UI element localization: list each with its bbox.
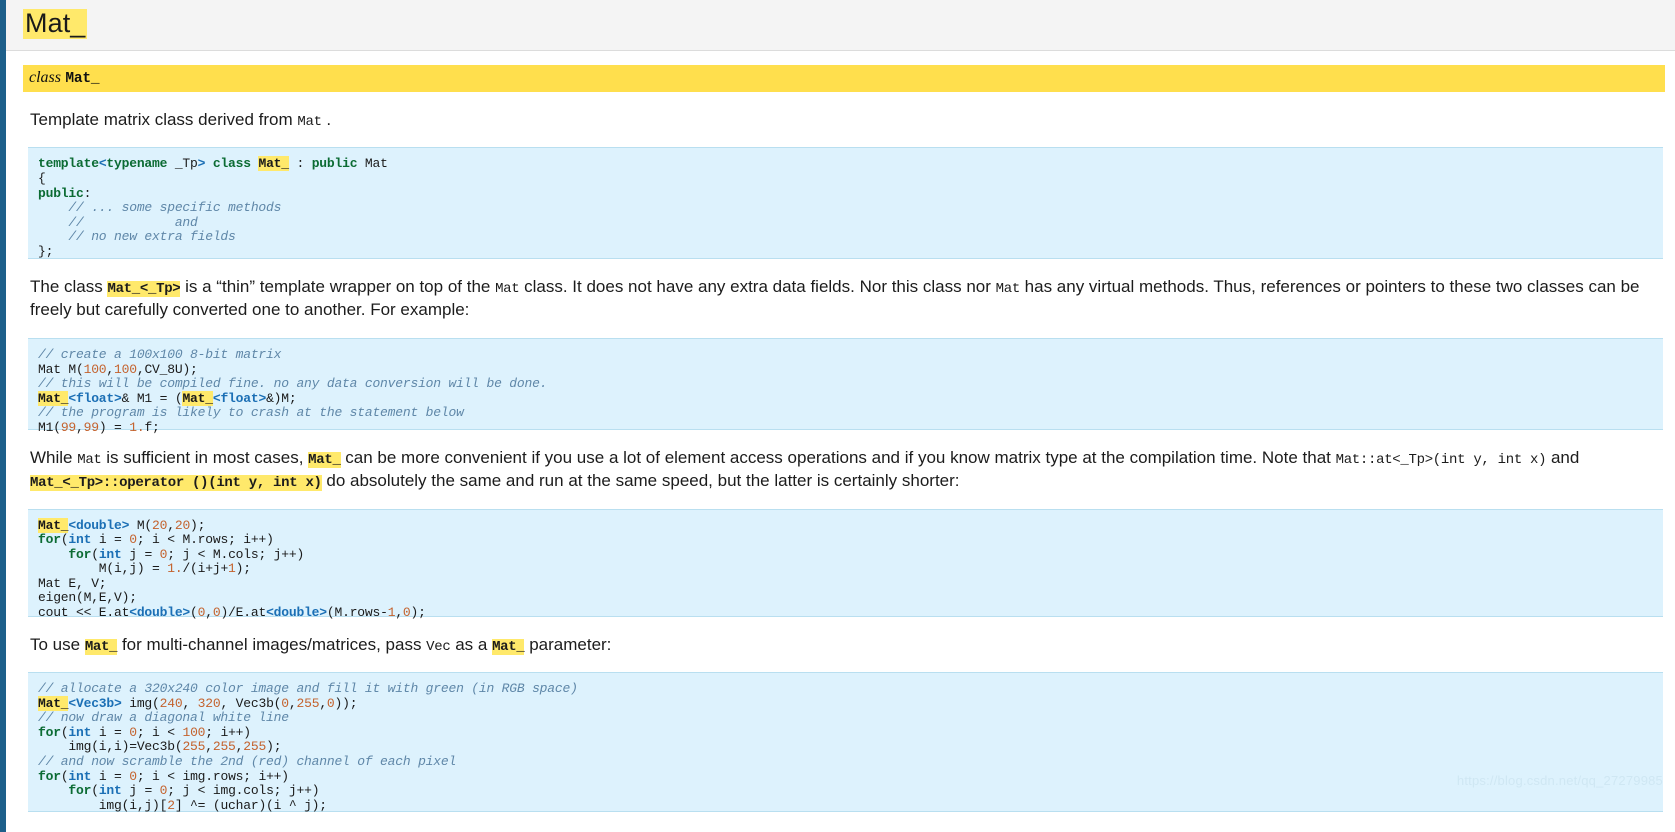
code-token-mat-highlight: Mat_: [258, 156, 289, 172]
code-token-mat-highlight-2: Mat_: [38, 390, 69, 406]
code-token-public-label: public: [38, 185, 84, 201]
while-text-1: While: [30, 447, 78, 467]
code-comment-create-matrix: // create a 100x100 8-bit matrix: [38, 346, 282, 362]
intro-mat-ref: Mat: [297, 113, 322, 130]
documentation-page: Mat_ class Mat_ Template matrix class de…: [0, 0, 1675, 832]
while-text-2: is sufficient in most cases,: [101, 447, 309, 467]
thin-mat-ref-1: Mat: [495, 281, 520, 298]
multi-text-3: as a: [450, 634, 493, 654]
multi-vec-ref: Vec: [426, 638, 451, 655]
page-content: Mat_ class Mat_ Template matrix class de…: [6, 0, 1675, 832]
code-block-conversion-example: // create a 100x100 8-bit matrix Mat M(1…: [28, 337, 1663, 434]
code-token-public: public: [311, 156, 358, 172]
multi-text-4: parameter:: [524, 634, 612, 654]
code-token-mat-highlight-5: Mat_: [38, 695, 69, 711]
intro-text-after: .: [321, 109, 332, 129]
paragraph-while-mat: While Mat is sufficient in most cases, M…: [30, 447, 1661, 493]
while-at-signature: Mat::at<_Tp>(int y, int x): [1335, 451, 1547, 468]
code-comment-diagonal-line: // now draw a diagonal white line: [38, 710, 289, 726]
code-comment-no-extra-fields: // no new extra fields: [38, 229, 236, 245]
watermark-text: https://blog.csdn.net/qq_27279985: [1456, 773, 1663, 788]
code-block-multichannel-example: // allocate a 320x240 color image and fi…: [28, 672, 1663, 812]
thin-mat-ref-2: Mat: [995, 281, 1021, 298]
code-token-for-4: for: [38, 768, 61, 784]
code-comment-and: // and: [38, 214, 198, 230]
while-text-4: and: [1546, 447, 1580, 467]
thin-text-3: class. It does not have any extra data f…: [519, 277, 996, 297]
multi-text-1: To use: [30, 634, 85, 654]
code-block-element-access: Mat_<double> M(20,20); for(int i = 0; i …: [28, 508, 1663, 620]
while-text-5: do absolutely the same and run at the sa…: [321, 470, 960, 490]
code-token-class: class: [212, 156, 251, 172]
while-text-3: can be more convenient if you use a lot …: [340, 447, 1336, 467]
intro-text-before: Template matrix class derived from: [30, 109, 298, 129]
multi-mat-ref-1: Mat_: [84, 638, 118, 655]
class-name: Mat_: [65, 70, 100, 87]
code-token-template: template: [38, 156, 99, 172]
code-comment-allocate-image: // allocate a 320x240 color image and fi…: [38, 681, 578, 697]
intro-paragraph: Template matrix class derived from Mat .: [30, 109, 1661, 132]
thin-text-1: The class: [30, 277, 108, 297]
paragraph-multi-channel: To use Mat_ for multi-channel images/mat…: [30, 634, 1661, 657]
class-keyword: class: [29, 68, 61, 86]
code-token-mat-highlight-4: Mat_: [38, 517, 69, 533]
code-comment-specific-methods: // ... some specific methods: [38, 200, 282, 216]
while-mat-ref: Mat: [77, 451, 102, 468]
code-token-mat-highlight-3: Mat_: [182, 390, 213, 406]
title-band: Mat_: [6, 0, 1675, 51]
code-block-class-declaration: template<typename _Tp> class Mat_ : publ…: [28, 147, 1663, 260]
multi-text-2: for multi-channel images/matrices, pass: [117, 634, 427, 654]
code-token-for-5: for: [68, 783, 92, 799]
multi-mat-ref-2: Mat_: [492, 638, 525, 655]
code-token-for-3: for: [38, 724, 61, 740]
code-comment-scramble-channel: // and now scramble the 2nd (red) channe…: [38, 754, 457, 770]
while-mat-underscore-ref: Mat_: [308, 451, 341, 468]
code-token-for-2: for: [68, 546, 92, 562]
while-operator-signature: Mat_<_Tp>::operator ()(int y, int x): [30, 474, 322, 491]
thin-text-2: is a “thin” template wrapper on top of t…: [180, 277, 496, 297]
code-token-for-1: for: [38, 532, 61, 548]
code-token-typename: typename: [106, 156, 168, 172]
page-title: Mat_: [23, 8, 88, 39]
class-signature-bar: class Mat_: [23, 64, 1665, 92]
thin-mat-tp-ref: Mat_<_Tp>: [107, 281, 181, 298]
paragraph-thin-wrapper: The class Mat_<_Tp> is a “thin” template…: [30, 276, 1661, 322]
code-comment-compiled-fine: // this will be compiled fine. no any da…: [38, 376, 548, 392]
code-comment-likely-crash: // the program is likely to crash at the…: [38, 405, 464, 421]
